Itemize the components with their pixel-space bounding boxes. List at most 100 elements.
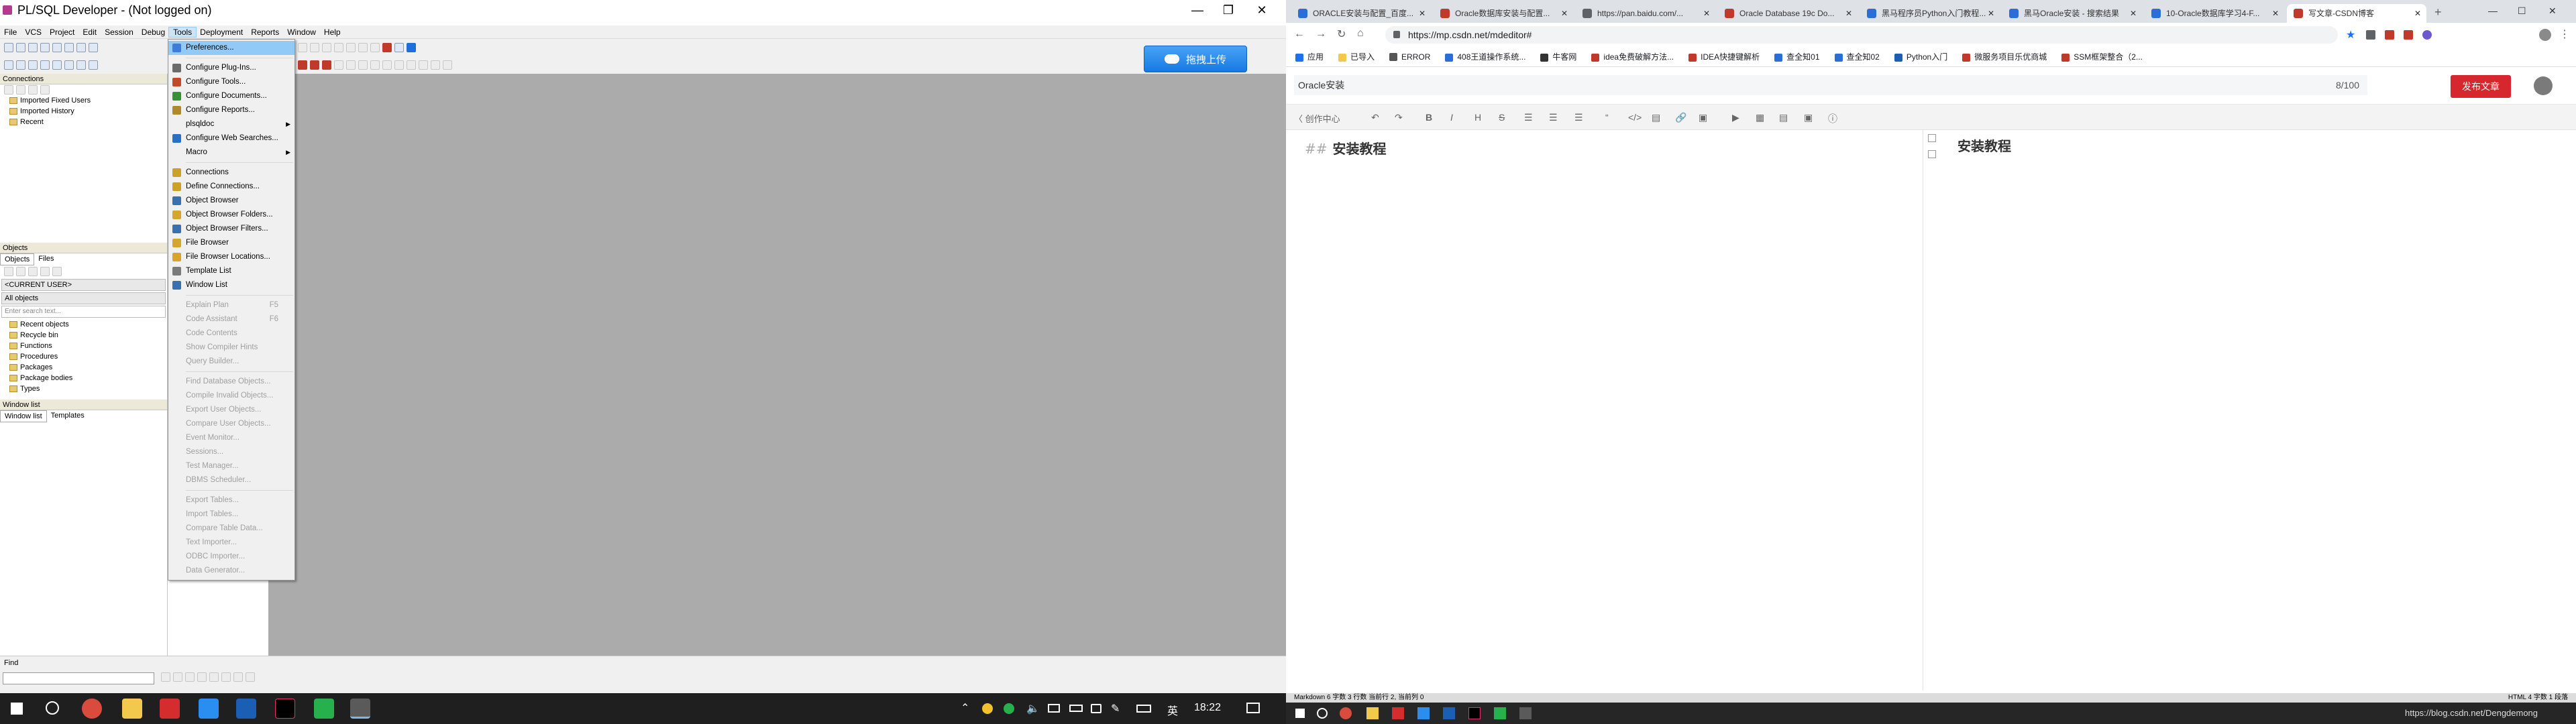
intellij-icon[interactable]	[1468, 707, 1481, 719]
extension-icon[interactable]	[2404, 30, 2413, 40]
menu-help[interactable]: Help	[320, 27, 345, 37]
browser-tab[interactable]: 写文章-CSDN博客 ✕	[2287, 4, 2426, 23]
wechat-icon[interactable]	[314, 699, 334, 719]
tree-item[interactable]: Functions	[0, 341, 167, 351]
bookmark-item[interactable]: Python入门	[1894, 51, 1947, 62]
menu-file[interactable]: File	[0, 27, 21, 37]
chrome-icon[interactable]	[1340, 707, 1352, 719]
browser-tab[interactable]: ORACLE安装与配置_百度... ✕	[1291, 4, 1431, 23]
browser-tab[interactable]: 10-Oracle数据库学习4-F... ✕	[2145, 4, 2284, 23]
menu-window[interactable]: Window	[283, 27, 320, 37]
undo-icon[interactable]: ↶	[1371, 112, 1379, 123]
qq-icon[interactable]	[1417, 707, 1430, 719]
forward-icon[interactable]: →	[1316, 28, 1326, 40]
format-icon[interactable]	[334, 60, 343, 70]
bookmark-item[interactable]: 查全知01	[1774, 51, 1820, 62]
bookmark-item[interactable]: IDEA快捷键解析	[1688, 51, 1760, 62]
menu-item[interactable]: File Browser Locations...	[168, 250, 294, 264]
bookmark-item[interactable]: 已导入	[1338, 51, 1375, 62]
uppercase-icon[interactable]	[346, 60, 356, 70]
menu-vcs[interactable]: VCS	[21, 27, 46, 37]
step-over-icon[interactable]	[40, 60, 50, 70]
strikethrough-icon[interactable]: S	[1499, 112, 1505, 123]
code-block-icon[interactable]: ▤	[1652, 112, 1660, 123]
reload-icon[interactable]: ↻	[1337, 27, 1346, 41]
template-icon[interactable]: ▣	[1804, 112, 1813, 123]
battery-icon[interactable]	[1069, 705, 1083, 712]
upload-button[interactable]: 拖拽上传	[1144, 46, 1247, 72]
menu-session[interactable]: Session	[101, 27, 138, 37]
extension-icon[interactable]	[2366, 30, 2375, 40]
find-next-icon[interactable]	[173, 672, 182, 682]
nav-last-icon[interactable]	[310, 60, 319, 70]
menu-item[interactable]: Configure Documents...	[168, 89, 294, 103]
word-icon[interactable]	[233, 672, 243, 682]
tab-close-icon[interactable]: ✕	[1845, 4, 1852, 23]
tab-files[interactable]: Files	[34, 253, 58, 265]
chrome-menu-icon[interactable]: ⋮	[2559, 27, 2570, 41]
pen-icon[interactable]: ✎	[1111, 702, 1120, 715]
bookmark-item[interactable]: 微服务项目乐优商城	[1962, 51, 2047, 62]
stop-icon[interactable]	[76, 60, 86, 70]
heading-icon[interactable]: H	[1474, 112, 1481, 123]
ime-indicator[interactable]: 英	[1167, 702, 1178, 718]
lowercase-icon[interactable]	[358, 60, 368, 70]
current-user-select[interactable]: <CURRENT USER>	[1, 279, 166, 291]
binoculars-icon[interactable]	[161, 672, 170, 682]
tree-item[interactable]: Recent objects	[0, 319, 167, 330]
wechat-tray-icon[interactable]	[1004, 703, 1014, 714]
refresh-icon[interactable]	[4, 85, 13, 95]
markdown-editor[interactable]: ## 安装教程	[1286, 130, 1923, 690]
keyboard-icon[interactable]	[1136, 705, 1151, 713]
profile-avatar[interactable]	[2539, 29, 2551, 41]
extension-icon[interactable]	[2422, 30, 2432, 40]
menu-item[interactable]: Configure Web Searches...	[168, 131, 294, 145]
link-icon[interactable]: 🔗	[1675, 112, 1686, 123]
tab-close-icon[interactable]: ✕	[1419, 4, 1426, 23]
menu-item[interactable]: Connections	[168, 166, 294, 180]
refresh-icon[interactable]	[4, 267, 13, 276]
minimize-icon[interactable]: —	[1182, 0, 1213, 20]
tab-templates[interactable]: Templates	[47, 410, 89, 422]
menu-item[interactable]: Object Browser	[168, 194, 294, 208]
print-icon[interactable]	[52, 43, 62, 52]
tree-item[interactable]: Procedures	[0, 351, 167, 362]
tree-item[interactable]: Types	[0, 383, 167, 394]
all-objects-select[interactable]: All objects	[1, 292, 166, 304]
bookmark-item[interactable]: 牛客网	[1540, 51, 1576, 62]
search-icon[interactable]	[46, 701, 59, 715]
menu-reports[interactable]: Reports	[247, 27, 283, 37]
back-icon[interactable]: ←	[1294, 28, 1305, 40]
intellij-icon[interactable]	[275, 699, 295, 719]
app-icon[interactable]	[1443, 707, 1455, 719]
unordered-list-icon[interactable]: ☰	[1524, 112, 1533, 123]
sync-scroll-icon[interactable]	[1928, 134, 1936, 142]
menu-item[interactable]: Object Browser Filters...	[168, 222, 294, 236]
tab-close-icon[interactable]: ✕	[2130, 4, 2137, 23]
notification-icon[interactable]	[1246, 703, 1260, 713]
tray-chevron-icon[interactable]: ⌃	[961, 701, 969, 715]
tree-item[interactable]: Imported Fixed Users	[0, 95, 167, 106]
remove-icon[interactable]	[28, 267, 38, 276]
task-list-icon[interactable]: ☰	[1574, 112, 1583, 123]
tab-objects[interactable]: Objects	[0, 253, 35, 265]
menu-item[interactable]: File Browser	[168, 236, 294, 250]
image-icon[interactable]: ▣	[1699, 112, 1707, 123]
search-icon[interactable]	[1317, 708, 1328, 719]
chrome-icon[interactable]	[82, 699, 102, 719]
menu-item[interactable]: plsqldoc ▶	[168, 117, 294, 131]
tree-item[interactable]: Imported History	[0, 106, 167, 117]
save-icon[interactable]	[28, 43, 38, 52]
menu-deployment[interactable]: Deployment	[196, 27, 247, 37]
explain-icon[interactable]	[334, 43, 343, 52]
menu-item[interactable]: Template List	[168, 264, 294, 278]
volume-icon[interactable]: 🔈	[1026, 702, 1040, 715]
case-icon[interactable]	[221, 672, 231, 682]
tab-close-icon[interactable]: ✕	[1703, 4, 1710, 23]
windows-start-icon[interactable]	[1295, 709, 1305, 718]
url-input[interactable]: https://mp.csdn.net/mdeditor#	[1385, 26, 2338, 44]
menu-item[interactable]: Define Connections...	[168, 180, 294, 194]
restore-icon[interactable]: ❐	[1213, 0, 1244, 20]
menu-project[interactable]: Project	[46, 27, 78, 37]
menu-item[interactable]: Configure Tools...	[168, 75, 294, 89]
